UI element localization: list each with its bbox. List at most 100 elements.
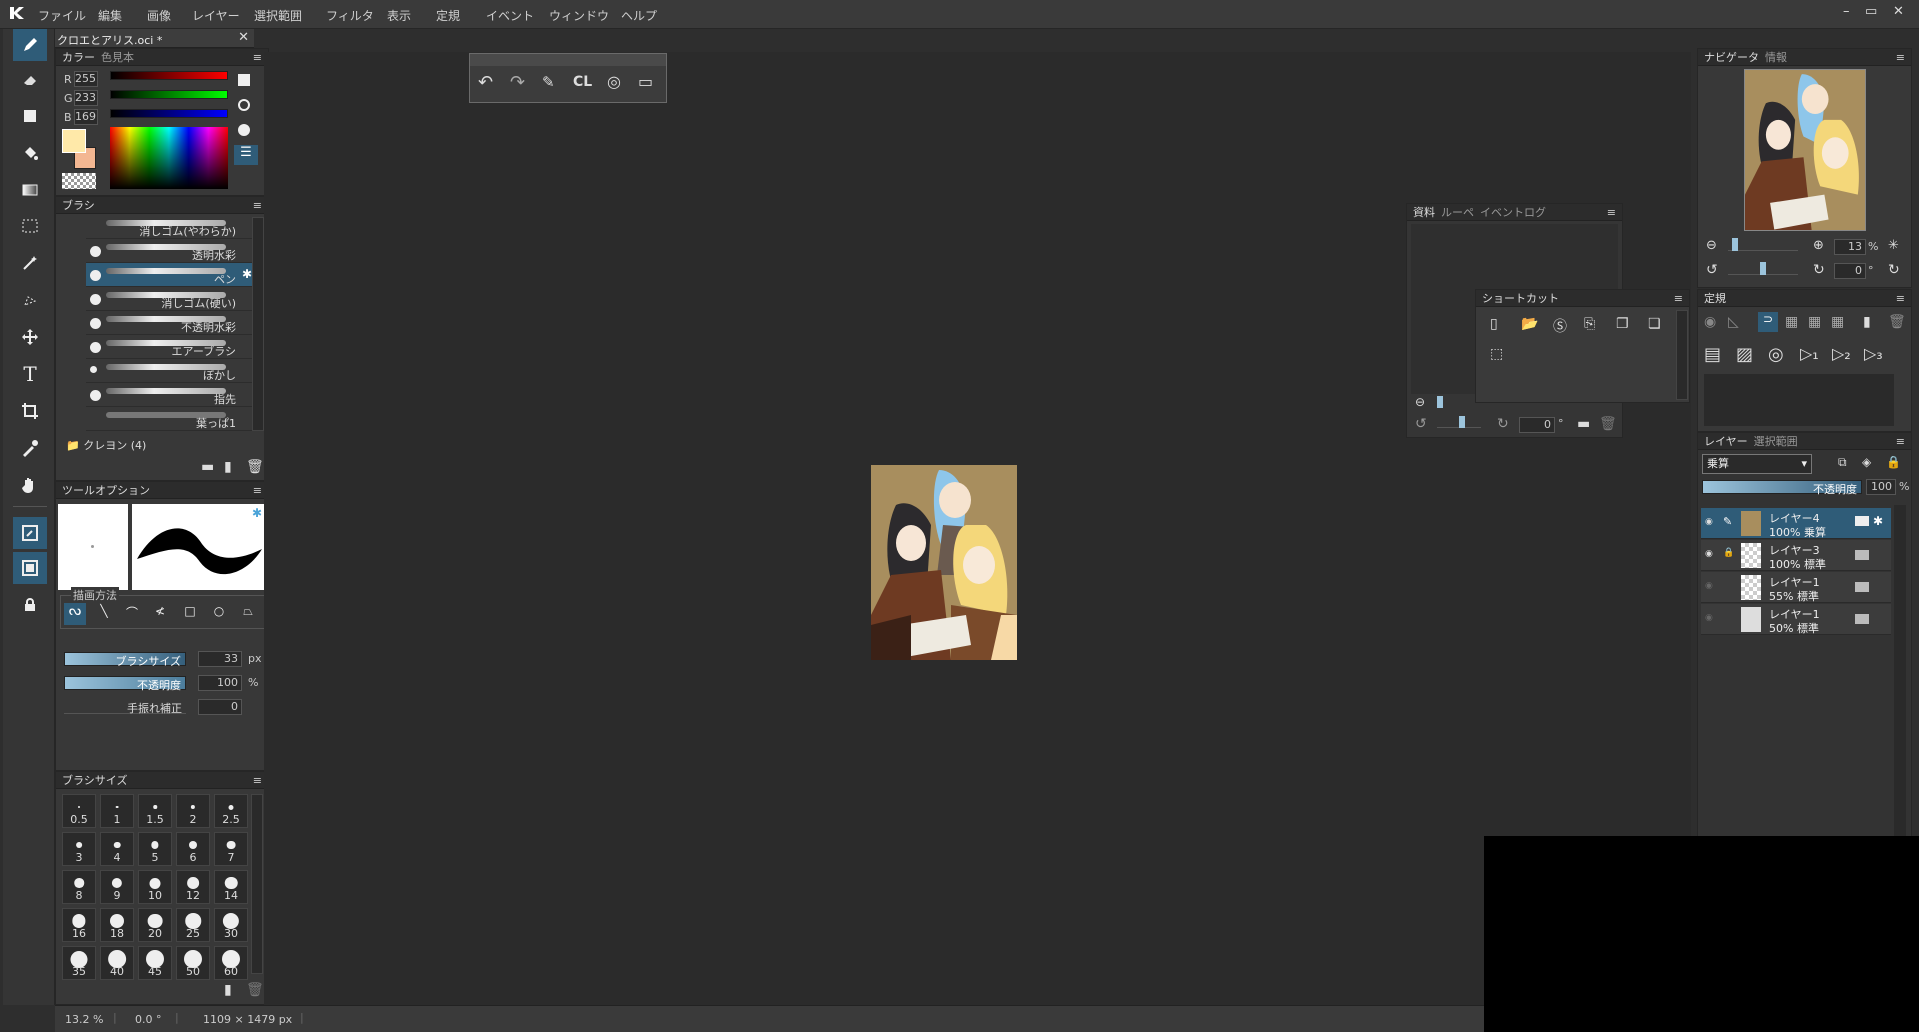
copy-icon[interactable]: ❐ — [1616, 316, 1629, 332]
brush-item[interactable]: ぼかし — [86, 359, 256, 383]
panel-menu-icon[interactable]: ≡ — [1674, 290, 1683, 307]
trash-icon[interactable]: 🗑 — [246, 982, 264, 998]
brush-size-cell[interactable]: 60 — [214, 946, 248, 980]
panel-menu-icon[interactable]: ≡ — [253, 49, 262, 66]
ruler-type-icon[interactable]: ▦ — [1808, 314, 1821, 330]
brush-item[interactable]: 消しゴム(硬い) — [86, 287, 256, 311]
menu-event[interactable]: イベント — [486, 7, 534, 24]
gear-icon[interactable]: ✱ — [252, 506, 262, 520]
brush-size-cell[interactable]: 3 — [62, 832, 96, 866]
curve-icon[interactable]: ⌒ — [122, 604, 142, 624]
layer-row-selected[interactable]: ◉ ✎ レイヤー4 100% 乗算 ✱ — [1701, 508, 1891, 539]
color-list-icon[interactable]: ☰ — [234, 145, 258, 165]
tab-material[interactable]: 資料 — [1413, 206, 1435, 219]
visibility-eye-icon[interactable]: ◉ — [1705, 613, 1713, 623]
brush-size-cell[interactable]: 40 — [100, 946, 134, 980]
brush-size-slider[interactable]: ブラシサイズ — [64, 652, 186, 668]
save-as-icon[interactable]: ⎘ — [1584, 316, 1595, 332]
layer-mask-icon[interactable] — [1855, 614, 1869, 624]
menu-help[interactable]: ヘルプ — [621, 7, 657, 24]
eye-icon[interactable]: ◉ — [1704, 314, 1716, 330]
select-rect-tool-icon[interactable] — [13, 210, 47, 242]
panel-menu-icon[interactable]: ≡ — [253, 772, 262, 789]
gear-icon[interactable]: ✱ — [242, 267, 252, 281]
brush-size-cell[interactable]: 1.5 — [138, 794, 172, 828]
brush-size-cell[interactable]: 10 — [138, 870, 172, 904]
line-icon[interactable]: ╲ — [94, 604, 114, 624]
menu-view[interactable]: 表示 — [387, 7, 411, 24]
rotate-left-icon[interactable]: ↺ — [1706, 262, 1718, 278]
visibility-eye-icon[interactable]: ◉ — [1705, 581, 1713, 591]
fit-icon[interactable]: ✳ — [1888, 238, 1899, 253]
perspective-2-icon[interactable]: ▷₂ — [1832, 344, 1851, 363]
lock-icon[interactable] — [13, 589, 47, 621]
folder-icon[interactable]: ▬ — [1577, 416, 1590, 432]
material-zoom-handle[interactable] — [1437, 396, 1443, 408]
brush-size-cell[interactable]: 2.5 — [214, 794, 248, 828]
paste-icon[interactable]: ❏ — [1648, 316, 1661, 332]
brush-size-cell[interactable]: 5 — [138, 832, 172, 866]
rotate-left-icon[interactable]: ↺ — [1415, 416, 1427, 432]
brush-size-cell[interactable]: 7 — [214, 832, 248, 866]
concentric-icon[interactable]: ◎ — [1768, 344, 1784, 365]
panel-menu-icon[interactable]: ≡ — [1896, 49, 1905, 66]
hand-tool-icon[interactable] — [13, 469, 47, 501]
nav-zoom-field[interactable]: 13 — [1834, 239, 1866, 255]
b-value-field[interactable]: 169 — [74, 109, 98, 125]
undo-icon[interactable]: ↶ — [478, 72, 493, 93]
transparent-swatch[interactable] — [62, 173, 96, 189]
perspective-1-icon[interactable]: ▷₁ — [1800, 344, 1819, 363]
brush-size-cell[interactable]: 50 — [176, 946, 210, 980]
color-picker-area[interactable] — [110, 127, 228, 189]
layer-row[interactable]: ◉ 🔒 レイヤー3 100% 標準 — [1701, 540, 1891, 571]
brush-size-cell[interactable]: 18 — [100, 908, 134, 942]
layer-opacity-field[interactable]: 100 — [1866, 479, 1896, 495]
target-icon[interactable]: ◎ — [607, 72, 621, 91]
document-tab[interactable]: クロエとアリス.oci * ✕ — [55, 29, 254, 48]
eyedropper-tool-icon[interactable] — [13, 432, 47, 464]
brush-item[interactable]: 消しゴム(やわらか) — [86, 215, 256, 239]
rotate-right-icon[interactable]: ↻ — [1497, 416, 1509, 432]
r-value-field[interactable]: 255 — [74, 71, 98, 87]
polyline-icon[interactable]: ≮ — [150, 604, 170, 624]
trash-icon[interactable]: 🗑 — [1599, 416, 1617, 432]
layer-mask-icon[interactable] — [1855, 582, 1869, 592]
ruler-type-icon[interactable]: ▦ — [1785, 314, 1798, 330]
brush-group[interactable]: 📁 クレヨン (4) — [66, 437, 146, 453]
new-file-icon[interactable]: ▯ — [1490, 316, 1498, 332]
new-brush-icon[interactable]: ▮ — [224, 459, 232, 475]
layer-row[interactable]: ◉ レイヤー1 50% 標準 — [1701, 604, 1891, 635]
nav-rotate-field[interactable]: 0 — [1834, 263, 1866, 279]
visibility-eye-icon[interactable]: ◉ — [1705, 517, 1713, 527]
brush-size-cell[interactable]: 8 — [62, 870, 96, 904]
material-rotate-slider[interactable] — [1437, 416, 1481, 428]
perspective-3-icon[interactable]: ▷₃ — [1864, 344, 1883, 363]
brush-size-cell[interactable]: 20 — [138, 908, 172, 942]
menu-window[interactable]: ウィンドウ — [549, 7, 609, 24]
crop-tool-icon[interactable] — [13, 395, 47, 427]
restore-button[interactable]: ▭ — [1865, 4, 1877, 19]
nav-rotate-slider[interactable] — [1728, 262, 1798, 275]
pen-tool-icon[interactable] — [13, 29, 47, 61]
brush-size-cell[interactable]: 14 — [214, 870, 248, 904]
ellipse-icon[interactable]: ○ — [209, 604, 229, 624]
brush-item[interactable]: 葉っぱ1 — [86, 407, 256, 431]
brush-size-cell[interactable]: 12 — [176, 870, 210, 904]
material-rotate-field[interactable]: 0 — [1519, 417, 1555, 433]
brush-size-cell[interactable]: 9 — [100, 870, 134, 904]
menu-file[interactable]: ファイル — [38, 7, 86, 24]
brush-size-cell[interactable]: 4 — [100, 832, 134, 866]
close-icon[interactable]: ✕ — [238, 30, 249, 45]
trash-icon[interactable]: 🗑 — [1888, 314, 1906, 330]
panel-menu-icon[interactable]: ≡ — [1896, 433, 1905, 450]
stabilizer-slider[interactable]: 手振れ補正 — [64, 700, 186, 715]
canvas-artwork[interactable] — [871, 465, 1017, 660]
zoom-out-icon[interactable]: ⊖ — [1706, 238, 1717, 253]
close-window-button[interactable]: ✕ — [1893, 4, 1904, 19]
layer-row[interactable]: ◉ レイヤー1 55% 標準 — [1701, 572, 1891, 603]
visibility-eye-icon[interactable]: ◉ — [1705, 549, 1713, 559]
menu-ruler[interactable]: 定規 — [436, 7, 460, 24]
tab-layer[interactable]: レイヤー — [1704, 435, 1748, 448]
eraser-tool-icon[interactable] — [13, 64, 47, 96]
magic-wand-tool-icon[interactable] — [13, 247, 47, 279]
